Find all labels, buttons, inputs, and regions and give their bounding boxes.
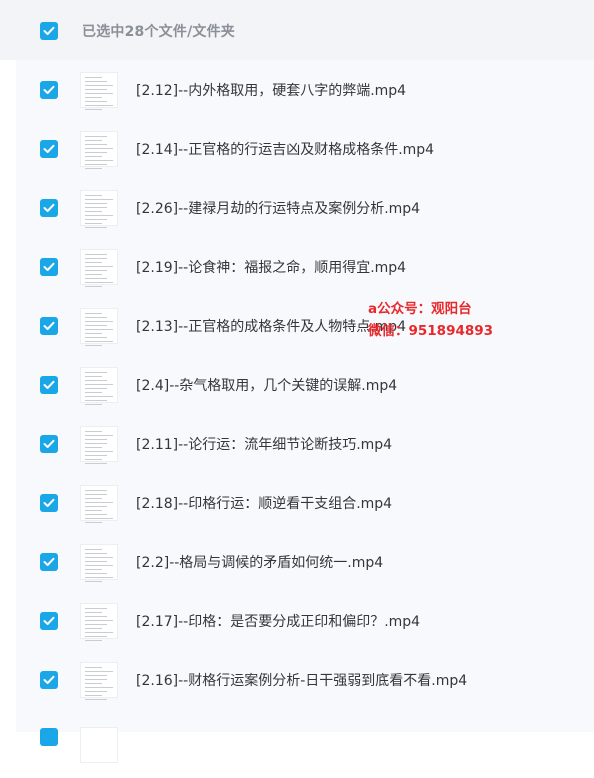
file-row[interactable]: [2.12]--内外格取用，硬套八字的弊端.mp4 (16, 60, 594, 119)
selection-header: 已选中28个文件/文件夹 (0, 0, 594, 60)
selection-count-label: 已选中28个文件/文件夹 (82, 24, 235, 40)
file-thumbnail (80, 544, 118, 582)
file-row[interactable]: [2.13]--正官格的成格条件及人物特点.mp4 (16, 296, 594, 355)
file-thumbnail (80, 190, 118, 228)
checkmark-icon (43, 144, 55, 153)
checkmark-icon (43, 262, 55, 271)
file-checkbox[interactable] (40, 612, 58, 630)
file-row[interactable]: [2.18]--印格行运：顺逆看干支组合.mp4 (16, 473, 594, 532)
watermark-line-1: a公众号：观阳台 (368, 301, 472, 317)
file-row[interactable]: [2.19]--论食神：福报之命，顺用得宜.mp4 (16, 237, 594, 296)
file-checkbox[interactable] (40, 494, 58, 512)
checkmark-icon (43, 498, 55, 507)
file-checkbox[interactable] (40, 435, 58, 453)
file-name[interactable]: [2.14]--正官格的行运吉凶及财格成格条件.mp4 (136, 139, 434, 159)
file-thumbnail (80, 308, 118, 346)
file-checkbox[interactable] (40, 671, 58, 689)
file-name[interactable]: [2.19]--论食神：福报之命，顺用得宜.mp4 (136, 257, 406, 277)
file-thumbnail (80, 662, 118, 700)
checkmark-icon (43, 26, 55, 35)
checkmark-icon (43, 380, 55, 389)
checkmark-icon (43, 85, 55, 94)
file-name[interactable]: [2.11]--论行运：流年细节论断技巧.mp4 (136, 434, 392, 454)
file-name[interactable]: [2.17]--印格：是否要分成正印和偏印？.mp4 (136, 611, 420, 631)
file-row[interactable]: [2.26]--建禄月劫的行运特点及案例分析.mp4 (16, 178, 594, 237)
file-name[interactable]: [2.12]--内外格取用，硬套八字的弊端.mp4 (136, 80, 406, 100)
file-checkbox[interactable] (40, 258, 58, 276)
file-name[interactable]: [2.2]--格局与调候的矛盾如何统一.mp4 (136, 552, 383, 572)
file-name[interactable]: [2.18]--印格行运：顺逆看干支组合.mp4 (136, 493, 392, 513)
file-row[interactable]: [2.4]--杂气格取用，几个关键的误解.mp4 (16, 355, 594, 414)
file-thumbnail (80, 249, 118, 287)
file-name[interactable]: [2.13]--正官格的成格条件及人物特点.mp4 (136, 316, 406, 336)
file-name[interactable]: [2.26]--建禄月劫的行运特点及案例分析.mp4 (136, 198, 420, 218)
file-row-partial[interactable] (16, 719, 594, 778)
file-checkbox[interactable] (40, 199, 58, 217)
file-checkbox[interactable] (40, 376, 58, 394)
watermark: a公众号：观阳台 微信：951894893 (368, 298, 493, 342)
checkmark-icon (43, 321, 55, 330)
file-thumbnail (80, 603, 118, 641)
file-name[interactable]: [2.4]--杂气格取用，几个关键的误解.mp4 (136, 375, 397, 395)
watermark-line-2: 微信：951894893 (368, 323, 494, 339)
file-thumbnail (80, 72, 118, 110)
select-all-checkbox[interactable] (40, 22, 58, 40)
file-row[interactable]: [2.11]--论行运：流年细节论断技巧.mp4 (16, 414, 594, 473)
file-thumbnail (80, 727, 118, 763)
file-thumbnail (80, 485, 118, 523)
file-checkbox[interactable] (40, 140, 58, 158)
file-name[interactable]: [2.16]--财格行运案例分析-日干强弱到底看不看.mp4 (136, 670, 467, 690)
file-thumbnail (80, 367, 118, 405)
file-thumbnail (80, 131, 118, 169)
file-row[interactable]: [2.16]--财格行运案例分析-日干强弱到底看不看.mp4 (16, 650, 594, 709)
checkmark-icon (43, 203, 55, 212)
checkmark-icon (43, 616, 55, 625)
file-row[interactable]: [2.14]--正官格的行运吉凶及财格成格条件.mp4 (16, 119, 594, 178)
checkmark-icon (43, 675, 55, 684)
file-checkbox[interactable] (40, 317, 58, 335)
file-row[interactable]: [2.17]--印格：是否要分成正印和偏印？.mp4 (16, 591, 594, 650)
file-thumbnail (80, 426, 118, 464)
checkmark-icon (43, 557, 55, 566)
file-row[interactable]: [2.2]--格局与调候的矛盾如何统一.mp4 (16, 532, 594, 591)
file-checkbox[interactable] (40, 553, 58, 571)
file-checkbox[interactable] (40, 728, 58, 746)
checkmark-icon (43, 439, 55, 448)
file-checkbox[interactable] (40, 81, 58, 99)
